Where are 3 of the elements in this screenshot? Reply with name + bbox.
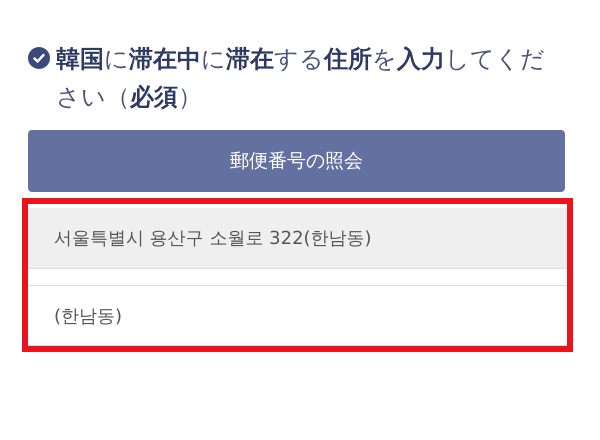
question-text: 韓国に滞在中に滞在する住所を入力してください（必須） (56, 44, 546, 113)
address-field[interactable]: (한남동) (28, 285, 567, 346)
postal-code-lookup-button[interactable]: 郵便番号の照会 (28, 130, 565, 192)
